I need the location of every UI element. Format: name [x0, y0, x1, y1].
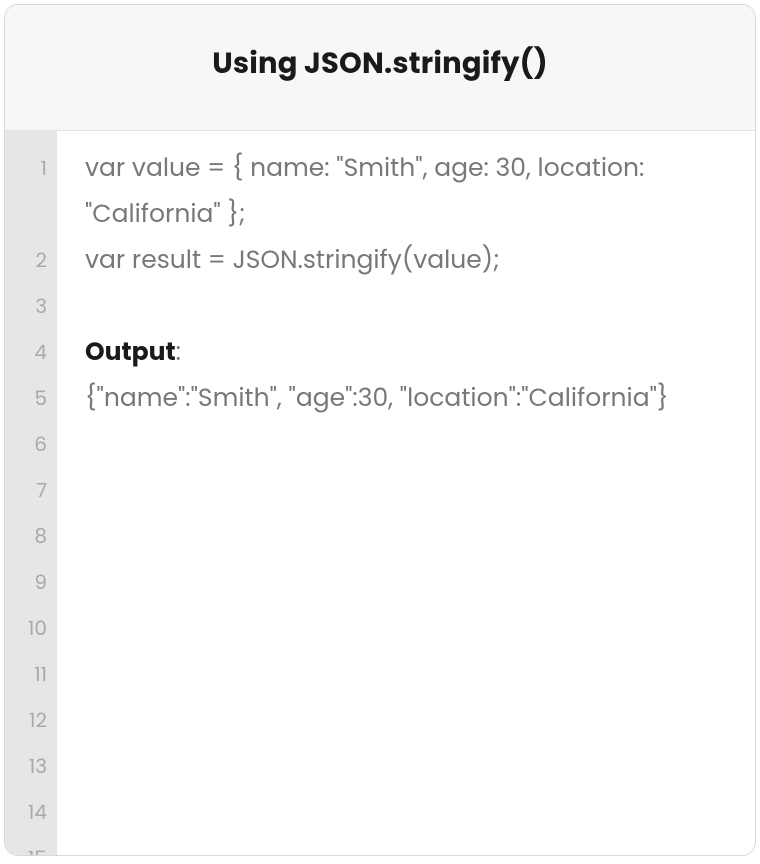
output-colon: :	[176, 334, 181, 369]
line-number: 7	[5, 467, 57, 513]
code-line: {"name":"Smith", "age":30, "location":"C…	[85, 375, 727, 421]
card-header: Using JSON.stringify()	[5, 5, 755, 131]
line-number: 4	[5, 329, 57, 375]
code-line	[85, 283, 727, 329]
line-number: 8	[5, 513, 57, 559]
line-number: 11	[5, 651, 57, 697]
code-line: Output:	[85, 329, 727, 375]
line-number: 13	[5, 743, 57, 789]
code-card: Using JSON.stringify() 12345678910111213…	[4, 4, 756, 856]
line-number-gutter: 123456789101112131415	[5, 131, 57, 855]
line-number: 9	[5, 559, 57, 605]
output-label: Output	[85, 334, 176, 369]
code-line: var value = { name: "Smith", age: 30, lo…	[85, 145, 727, 237]
line-number: 10	[5, 605, 57, 651]
line-number: 5	[5, 375, 57, 421]
line-number: 12	[5, 697, 57, 743]
line-number: 15	[5, 835, 57, 855]
line-number: 14	[5, 789, 57, 835]
line-number: 1	[5, 145, 57, 237]
code-line: var result = JSON.stringify(value);	[85, 237, 727, 283]
card-body: 123456789101112131415 var value = { name…	[5, 131, 755, 855]
line-number: 6	[5, 421, 57, 467]
header-title: Using JSON.stringify()	[5, 43, 755, 86]
line-number: 2	[5, 237, 57, 283]
code-content: var value = { name: "Smith", age: 30, lo…	[57, 131, 755, 855]
line-number: 3	[5, 283, 57, 329]
